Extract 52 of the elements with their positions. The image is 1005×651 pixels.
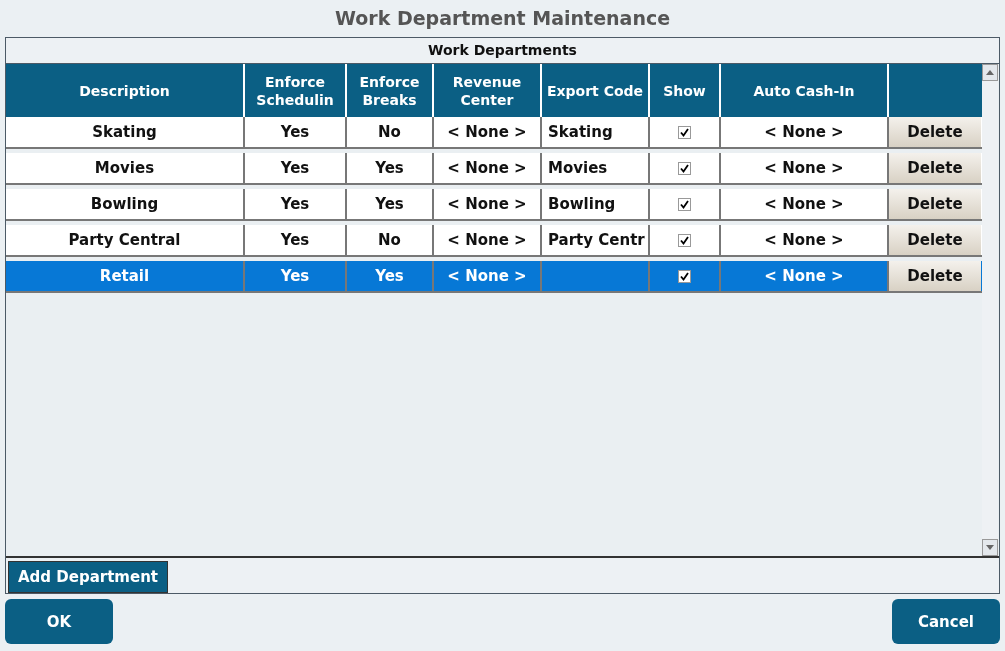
delete-button[interactable]: Delete: [887, 117, 981, 147]
table-cell: < None >: [447, 123, 527, 141]
cancel-button[interactable]: Cancel: [892, 599, 1000, 644]
show-checkbox[interactable]: [678, 161, 691, 175]
table-cell: < None >: [764, 231, 844, 249]
table-cell: Bowling: [548, 195, 616, 213]
table-cell: No: [378, 231, 401, 249]
scrollbar[interactable]: [982, 64, 998, 556]
table-cell: Movies: [94, 159, 155, 177]
show-checkbox[interactable]: [678, 197, 691, 211]
delete-button[interactable]: Delete: [887, 261, 981, 291]
show-checkbox[interactable]: [678, 233, 691, 247]
window-title: Work Department Maintenance: [333, 6, 672, 31]
table-cell: Yes: [280, 267, 310, 285]
table-cell: Movies: [548, 159, 608, 177]
table-cell: Yes: [375, 159, 404, 177]
table-cell: < None >: [764, 159, 844, 177]
table-cell: Bowling: [90, 195, 159, 213]
table-cell: Yes: [375, 195, 404, 213]
ok-button[interactable]: OK: [5, 599, 113, 644]
table-cell: Skating: [548, 123, 613, 141]
table-cell: < None >: [764, 267, 844, 285]
table-cell: Retail: [99, 267, 150, 285]
table-row[interactable]: Skating Yes No < None > Skating < None > Delete: [6, 117, 982, 149]
table-cell: < None >: [447, 267, 527, 285]
table-cell: Yes: [280, 123, 310, 141]
table-cell: Yes: [280, 159, 310, 177]
table-cell: < None >: [447, 195, 527, 213]
delete-button[interactable]: Delete: [887, 189, 981, 219]
table-cell: Yes: [280, 231, 310, 249]
table-cell: Party Centr: [548, 231, 645, 249]
table-cell: Yes: [280, 195, 310, 213]
delete-button[interactable]: Delete: [887, 225, 981, 255]
table-cell: No: [378, 123, 401, 141]
table-cell: Skating: [92, 123, 157, 141]
table-cell: < None >: [447, 231, 527, 249]
scroll-up-icon[interactable]: [982, 64, 998, 81]
scroll-down-icon[interactable]: [982, 539, 998, 556]
table-cell: Party Central: [68, 231, 181, 249]
table-cell: < None >: [447, 159, 527, 177]
add-department-button[interactable]: Add Department: [8, 561, 168, 593]
show-checkbox[interactable]: [678, 125, 691, 139]
show-checkbox[interactable]: [678, 269, 691, 283]
table-cell: < None >: [764, 195, 844, 213]
table-row[interactable]: Movies Yes Yes < None > Movies < None > Delete: [6, 153, 982, 185]
column-header: Description: [78, 81, 171, 101]
table-row[interactable]: Party Central Yes No < None > Party Centr < None > Delete: [6, 225, 982, 257]
table-row[interactable]: Bowling Yes Yes < None > Bowling < None > Delete: [6, 189, 982, 221]
delete-button[interactable]: Delete: [887, 153, 981, 183]
table-cell: < None >: [764, 123, 844, 141]
table-row[interactable]: Retail Yes Yes < None > < None > Delete: [6, 261, 982, 293]
table-cell: Yes: [375, 267, 404, 285]
